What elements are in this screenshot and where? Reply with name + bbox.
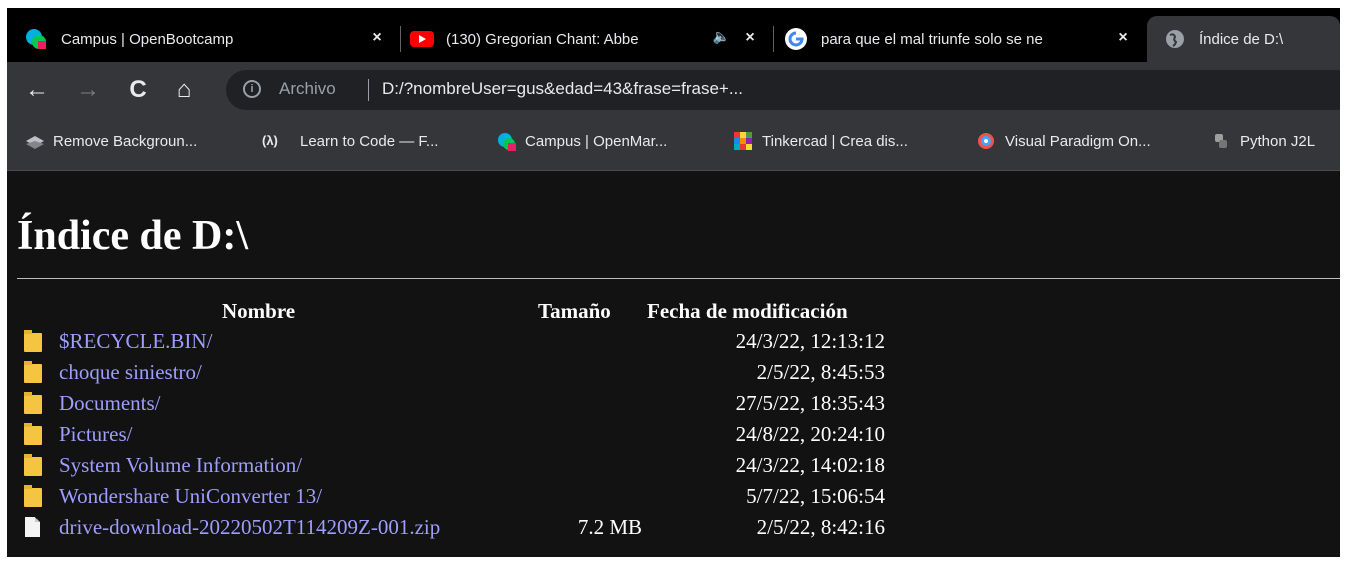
entry-date: 24/3/22, 14:02:18 bbox=[735, 453, 885, 477]
reload-button[interactable]: C bbox=[124, 76, 152, 104]
folder-icon bbox=[24, 454, 44, 477]
bookmarks-bar: Remove Backgroun... (λ) Learn to Code — … bbox=[7, 118, 1340, 171]
forward-button[interactable]: → bbox=[74, 76, 102, 104]
horizontal-rule bbox=[17, 278, 1340, 279]
entry-date: 24/3/22, 12:13:12 bbox=[735, 329, 885, 353]
bookmark-openmarket[interactable]: Campus | OpenMar... bbox=[497, 132, 668, 151]
page-content: Índice de D:\ Nombre Tamaño Fecha de mod… bbox=[7, 171, 1340, 557]
folder-icon bbox=[24, 485, 44, 508]
tab-youtube[interactable]: (130) Gregorian Chant: Abbe 🔈 × bbox=[410, 16, 770, 62]
omnibox-divider bbox=[368, 79, 369, 101]
close-tab-icon[interactable]: × bbox=[740, 28, 760, 48]
table-row: Documents/ 27/5/22, 18:35:43 bbox=[7, 388, 907, 419]
bookmark-visual-paradigm[interactable]: Visual Paradigm On... bbox=[977, 132, 1151, 150]
entry-link[interactable]: Documents/ bbox=[59, 391, 160, 416]
python-icon bbox=[1212, 132, 1230, 150]
google-icon bbox=[785, 28, 807, 50]
layers-icon bbox=[25, 132, 44, 150]
tab-title: Índice de D:\ bbox=[1199, 30, 1284, 48]
bookmark-remove-background[interactable]: Remove Backgroun... bbox=[25, 132, 197, 150]
address-bar[interactable]: i Archivo D:/?nombreUser=gus&edad=43&fra… bbox=[226, 70, 1340, 110]
tinkercad-icon bbox=[734, 132, 752, 150]
bookmark-label: Visual Paradigm On... bbox=[1005, 132, 1151, 150]
entry-date: 2/5/22, 8:45:53 bbox=[756, 360, 885, 384]
tab-title: para que el mal triunfe solo se ne bbox=[821, 30, 1043, 48]
entry-link[interactable]: choque siniestro/ bbox=[59, 360, 202, 385]
table-row: choque siniestro/ 2/5/22, 8:45:53 bbox=[7, 357, 907, 388]
bookmark-label: Remove Backgroun... bbox=[53, 132, 198, 150]
file-icon bbox=[24, 517, 44, 539]
entry-link[interactable]: drive-download-20220502T114209Z-001.zip bbox=[59, 515, 440, 540]
youtube-icon bbox=[410, 30, 434, 48]
folder-icon bbox=[24, 361, 44, 384]
folder-icon bbox=[24, 423, 44, 446]
column-header-name[interactable]: Nombre bbox=[222, 299, 295, 324]
table-row: System Volume Information/ 24/3/22, 14:0… bbox=[7, 450, 907, 481]
tab-title: Campus | OpenBootcamp bbox=[61, 30, 234, 48]
entry-link[interactable]: Wondershare UniConverter 13/ bbox=[59, 484, 322, 509]
url-text[interactable]: D:/?nombreUser=gus&edad=43&frase=frase+.… bbox=[382, 79, 743, 99]
tab-separator bbox=[400, 26, 401, 52]
entry-link[interactable]: $RECYCLE.BIN/ bbox=[59, 329, 212, 354]
folder-icon bbox=[24, 392, 44, 415]
globe-icon bbox=[1165, 29, 1185, 49]
tab-separator bbox=[773, 26, 774, 52]
close-tab-icon[interactable]: × bbox=[1113, 28, 1133, 48]
entry-date: 24/8/22, 20:24:10 bbox=[735, 422, 885, 446]
entry-size: 7.2 MB bbox=[577, 515, 642, 539]
table-row: $RECYCLE.BIN/ 24/3/22, 12:13:12 bbox=[7, 326, 907, 357]
tab-openbootcamp[interactable]: Campus | OpenBootcamp × bbox=[25, 16, 397, 62]
home-button[interactable]: ⌂ bbox=[170, 76, 198, 104]
visual-paradigm-icon bbox=[977, 132, 995, 150]
bookmark-label: Learn to Code — F... bbox=[300, 132, 439, 150]
entry-date: 27/5/22, 18:35:43 bbox=[735, 391, 885, 415]
openbootcamp-icon bbox=[497, 132, 516, 151]
table-row: drive-download-20220502T114209Z-001.zip … bbox=[7, 512, 907, 543]
column-header-date[interactable]: Fecha de modificación bbox=[647, 299, 848, 324]
table-row: Pictures/ 24/8/22, 20:24:10 bbox=[7, 419, 907, 450]
close-tab-icon[interactable]: × bbox=[367, 28, 387, 48]
bookmark-label: Python J2L bbox=[1240, 132, 1316, 150]
bookmark-tinkercad[interactable]: Tinkercad | Crea dis... bbox=[734, 132, 908, 150]
tab-title: (130) Gregorian Chant: Abbe bbox=[446, 30, 639, 48]
entry-link[interactable]: System Volume Information/ bbox=[59, 453, 302, 478]
back-button[interactable]: ← bbox=[23, 76, 51, 104]
openbootcamp-icon bbox=[25, 28, 47, 50]
freecodecamp-icon: (λ) bbox=[262, 133, 278, 148]
bookmark-python-j2l[interactable]: Python J2L bbox=[1212, 132, 1315, 150]
browser-toolbar: ← → C ⌂ i Archivo D:/?nombreUser=gus&eda… bbox=[7, 62, 1340, 118]
entry-link[interactable]: Pictures/ bbox=[59, 422, 133, 447]
table-row: Wondershare UniConverter 13/ 5/7/22, 15:… bbox=[7, 481, 907, 512]
entry-date: 5/7/22, 15:06:54 bbox=[746, 484, 885, 508]
tab-strip: Campus | OpenBootcamp × (130) Gregorian … bbox=[7, 8, 1340, 62]
bookmark-freecodecamp[interactable]: (λ) Learn to Code — F... bbox=[262, 132, 438, 150]
scheme-label: Archivo bbox=[279, 79, 336, 98]
bookmark-label: Tinkercad | Crea dis... bbox=[762, 132, 908, 150]
column-header-size[interactable]: Tamaño bbox=[538, 299, 611, 324]
tab-directory-index[interactable]: Índice de D:\ bbox=[1147, 16, 1340, 62]
audio-playing-icon[interactable]: 🔈 bbox=[713, 28, 730, 45]
tab-google-search[interactable]: para que el mal triunfe solo se ne × bbox=[785, 16, 1143, 62]
browser-window: Campus | OpenBootcamp × (130) Gregorian … bbox=[7, 8, 1340, 557]
folder-icon bbox=[24, 330, 44, 353]
bookmark-label: Campus | OpenMar... bbox=[525, 132, 668, 150]
info-icon[interactable]: i bbox=[243, 80, 261, 98]
page-title: Índice de D:\ bbox=[17, 213, 248, 259]
entry-date: 2/5/22, 8:42:16 bbox=[756, 515, 885, 539]
